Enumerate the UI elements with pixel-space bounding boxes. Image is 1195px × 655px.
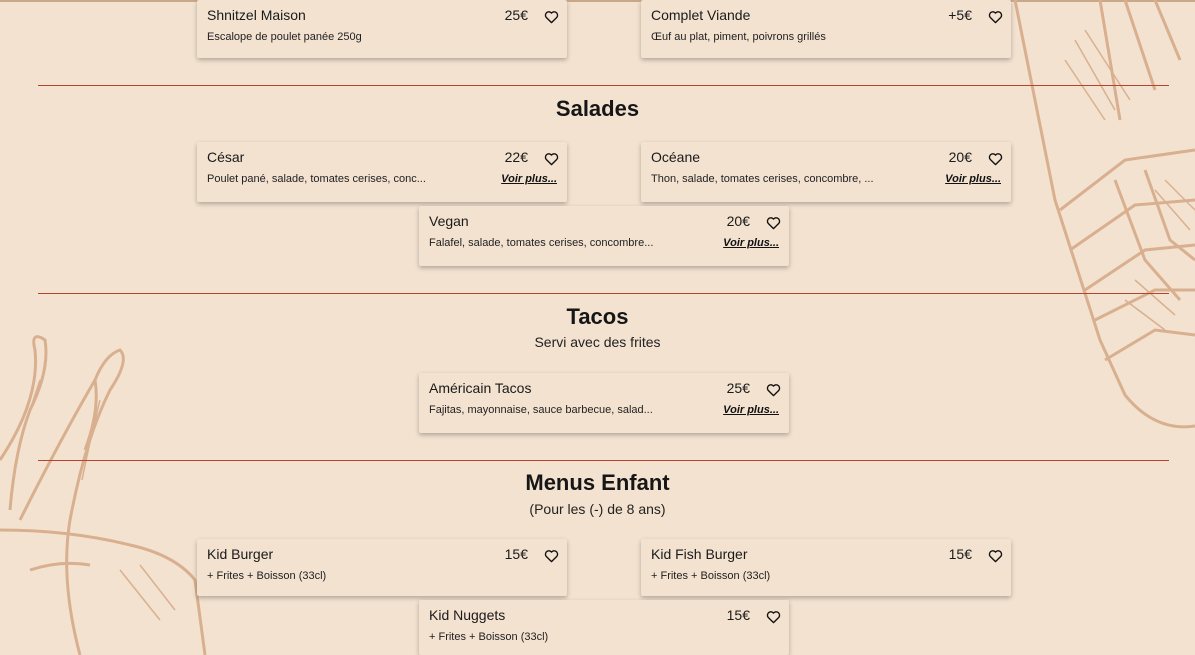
top-border (0, 0, 1195, 2)
menu-card-shnitzel-maison[interactable]: Shnitzel Maison 25€ Escalope de poulet p… (197, 0, 567, 58)
item-name: Shnitzel Maison (207, 7, 306, 23)
glass-illustration (1013, 0, 1195, 429)
heart-outline-icon[interactable] (988, 152, 1003, 166)
item-name: César (207, 149, 245, 165)
heart-outline-icon[interactable] (544, 549, 559, 563)
section-subtitle-menus-enfant: (Pour les (-) de 8 ans) (529, 501, 666, 517)
section-divider (38, 460, 1169, 461)
item-name: Kid Nuggets (429, 607, 506, 623)
see-more-link[interactable]: Voir plus... (723, 237, 779, 249)
item-price: 25€ (504, 7, 528, 23)
menu-card-complet-viande[interactable]: Complet Viande +5€ Œuf au plat, piment, … (641, 0, 1011, 58)
item-name: Américain Tacos (429, 380, 532, 396)
item-description: + Frites + Boisson (33cl) (207, 570, 327, 582)
menu-card-oceane[interactable]: Océane 20€ Thon, salade, tomates cerises… (641, 142, 1011, 202)
section-title-menus-enfant: Menus Enfant (525, 470, 670, 495)
menu-card-vegan[interactable]: Vegan 20€ Falafel, salade, tomates ceris… (419, 206, 789, 266)
item-price: 22€ (504, 149, 528, 165)
menu-card-kid-burger[interactable]: Kid Burger 15€ + Frites + Boisson (33cl) (197, 539, 567, 596)
section-divider (38, 85, 1169, 86)
heart-outline-icon[interactable] (544, 10, 559, 24)
section-title-salades: Salades (555, 96, 640, 121)
item-description: Œuf au plat, piment, poivrons grillés (651, 31, 826, 43)
item-price: 25€ (726, 380, 750, 396)
item-name: Kid Burger (207, 546, 274, 562)
item-description: Thon, salade, tomates cerises, concombre… (651, 173, 874, 185)
see-more-link[interactable]: Voir plus... (501, 173, 557, 185)
heart-outline-icon[interactable] (544, 152, 559, 166)
item-price: 20€ (948, 149, 972, 165)
menu-card-cesar[interactable]: César 22€ Poulet pané, salade, tomates c… (197, 142, 567, 202)
item-description: Poulet pané, salade, tomates cerises, co… (207, 173, 426, 185)
item-description: Escalope de poulet panée 250g (207, 31, 362, 43)
item-name: Complet Viande (651, 7, 751, 23)
heart-outline-icon[interactable] (988, 549, 1003, 563)
section-divider (38, 293, 1169, 294)
section-title-tacos: Tacos (566, 304, 629, 329)
heart-outline-icon[interactable] (766, 216, 781, 230)
heart-outline-icon[interactable] (766, 610, 781, 624)
menu-card-kid-fish-burger[interactable]: Kid Fish Burger 15€ + Frites + Boisson (… (641, 539, 1011, 596)
menu-card-americain-tacos[interactable]: Américain Tacos 25€ Fajitas, mayonnaise,… (419, 373, 789, 433)
see-more-link[interactable]: Voir plus... (723, 404, 779, 416)
section-subtitle-tacos: Servi avec des frites (534, 334, 661, 350)
see-more-link[interactable]: Voir plus... (945, 173, 1001, 185)
item-price: 20€ (726, 213, 750, 229)
item-price: 15€ (948, 546, 972, 562)
heart-outline-icon[interactable] (766, 383, 781, 397)
item-description: Falafel, salade, tomates cerises, concom… (429, 237, 654, 249)
item-name: Vegan (429, 213, 469, 229)
item-name: Océane (651, 149, 701, 165)
heart-outline-icon[interactable] (988, 10, 1003, 24)
item-description: Fajitas, mayonnaise, sauce barbecue, sal… (429, 404, 653, 416)
item-description: + Frites + Boisson (33cl) (429, 631, 549, 643)
item-name: Kid Fish Burger (651, 546, 748, 562)
item-price: +5€ (948, 7, 972, 23)
item-description: + Frites + Boisson (33cl) (651, 570, 771, 582)
item-price: 15€ (726, 607, 750, 623)
item-price: 15€ (504, 546, 528, 562)
menu-card-kid-nuggets[interactable]: Kid Nuggets 15€ + Frites + Boisson (33cl… (419, 600, 789, 655)
